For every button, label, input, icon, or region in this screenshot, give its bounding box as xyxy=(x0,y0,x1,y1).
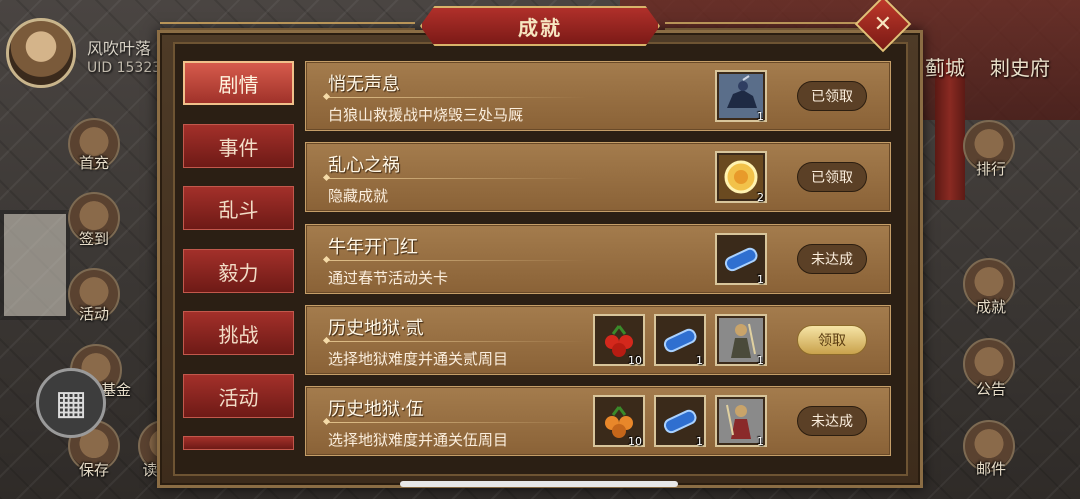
achievement-row: 牛年开门红 通过春节活动关卡 1 未达成 xyxy=(305,224,891,294)
reward-item[interactable]: 1 xyxy=(715,395,767,448)
background-pillar xyxy=(935,60,965,200)
tab-challenge[interactable]: 挑战 xyxy=(183,311,294,355)
achievement-desc: 白狼山救援战中烧毁三处马厩 xyxy=(328,106,524,124)
status-not-achieved-button[interactable]: 未达成 xyxy=(797,244,867,274)
reward-count: 1 xyxy=(696,435,703,448)
achievement-row: 历史地狱·贰 选择地狱难度并通关贰周目 10 1 1 领取 xyxy=(305,305,891,375)
title-ornament-right xyxy=(665,22,865,30)
row-divider xyxy=(326,341,586,342)
reward-count: 2 xyxy=(757,191,764,204)
row-divider xyxy=(326,260,586,261)
achievement-row: 历史地狱·伍 选择地狱难度并通关伍周目 10 1 1 未达成 xyxy=(305,386,891,456)
reward-item[interactable]: 2 xyxy=(715,151,767,204)
reward-count: 1 xyxy=(757,110,764,123)
background-screen xyxy=(0,210,70,320)
reward-item[interactable]: 10 xyxy=(593,314,645,367)
main-menu-button[interactable]: ▦ xyxy=(36,368,106,438)
status-claimed-button[interactable]: 已领取 xyxy=(797,162,867,192)
tab-perseverance[interactable]: 毅力 xyxy=(183,249,294,293)
tab-story[interactable]: 剧情 xyxy=(183,61,294,105)
city-text-3: 刺史府 xyxy=(990,56,1050,80)
scrollbar[interactable] xyxy=(400,481,678,487)
mail-label: 邮件 xyxy=(975,460,1006,478)
dialog-title: 成就 xyxy=(518,15,562,40)
dialog-title-bar: 成就 xyxy=(420,6,660,46)
uid-label: UID xyxy=(87,60,113,76)
reward-count: 10 xyxy=(628,354,642,367)
tab-activity[interactable]: 活动 xyxy=(183,374,294,418)
achievement-label: 成就 xyxy=(975,298,1006,316)
achievement-title: 历史地狱·伍 xyxy=(328,399,424,420)
achievement-row: 乱心之祸 隐藏成就 2 已领取 xyxy=(305,142,891,212)
achievement-title: 乱心之祸 xyxy=(328,155,400,176)
reward-item[interactable]: 1 xyxy=(715,70,767,123)
reward-item[interactable]: 10 xyxy=(593,395,645,448)
player-name: 风吹叶落 xyxy=(87,39,152,58)
status-not-achieved-button[interactable]: 未达成 xyxy=(797,406,867,436)
row-divider xyxy=(326,178,586,179)
reward-count: 1 xyxy=(757,354,764,367)
avatar[interactable] xyxy=(6,18,76,88)
close-icon: ✕ xyxy=(873,11,893,37)
achievement-title: 历史地狱·贰 xyxy=(328,318,424,339)
first-recharge-label: 首充 xyxy=(78,154,109,172)
tab-partial[interactable] xyxy=(183,436,294,450)
achievement-desc: 通过春节活动关卡 xyxy=(328,269,449,287)
tab-events[interactable]: 事件 xyxy=(183,124,294,168)
achievement-desc: 选择地狱难度并通关贰周目 xyxy=(328,350,509,368)
claim-button[interactable]: 领取 xyxy=(797,325,867,355)
save-label: 保存 xyxy=(78,461,109,479)
achievement-title: 牛年开门红 xyxy=(328,237,418,258)
reward-item[interactable]: 1 xyxy=(654,314,706,367)
row-divider xyxy=(326,422,586,423)
uid-value: 15323 xyxy=(116,60,162,76)
reward-item[interactable]: 1 xyxy=(715,314,767,367)
player-uid: UID 15323 xyxy=(87,60,161,76)
reward-count: 1 xyxy=(696,354,703,367)
achievement-desc: 隐藏成就 xyxy=(328,187,389,205)
row-divider xyxy=(326,97,586,98)
status-claimed-button[interactable]: 已领取 xyxy=(797,81,867,111)
grid-icon: ▦ xyxy=(54,383,88,423)
achievement-desc: 选择地狱难度并通关伍周目 xyxy=(328,431,509,449)
reward-count: 10 xyxy=(628,435,642,448)
reward-item[interactable]: 1 xyxy=(654,395,706,448)
achievement-row: 悄无声息 白狼山救援战中烧毁三处马厩 1 已领取 xyxy=(305,61,891,131)
reward-item[interactable]: 1 xyxy=(715,233,767,286)
title-ornament-left xyxy=(160,22,415,30)
notice-label: 公告 xyxy=(975,380,1006,398)
city-text-2: 蓟城 xyxy=(925,56,965,80)
achievement-title: 悄无声息 xyxy=(328,74,400,95)
event-label: 活动 xyxy=(78,305,109,323)
ranking-label: 排行 xyxy=(975,160,1006,178)
tab-brawl[interactable]: 乱斗 xyxy=(183,186,294,230)
reward-count: 1 xyxy=(757,273,764,286)
reward-count: 1 xyxy=(757,435,764,448)
sign-in-label: 签到 xyxy=(78,230,109,248)
